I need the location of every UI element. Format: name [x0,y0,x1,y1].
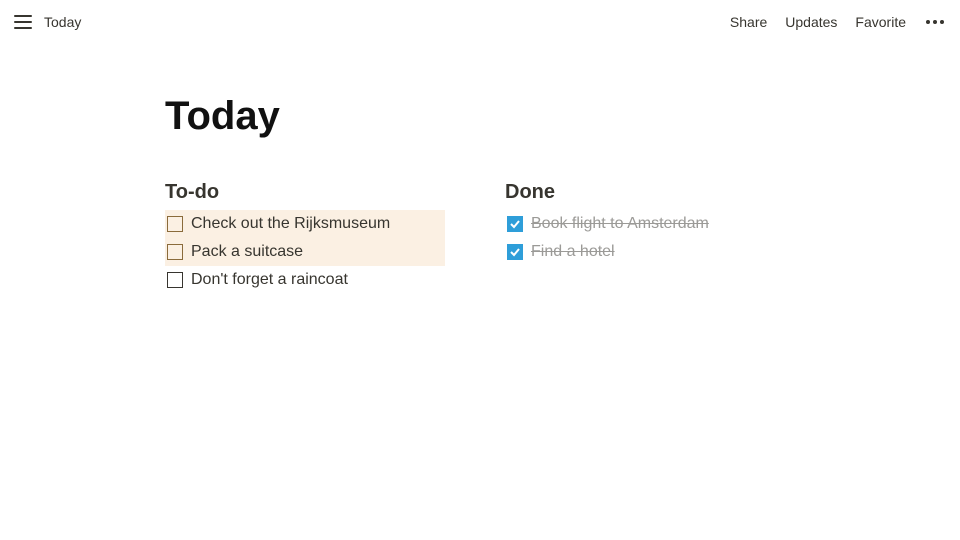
done-column: Done Book flight to Amsterdam Find a hot… [505,181,785,294]
content: Today To-do Check out the Rijksmuseum Pa… [0,44,960,294]
todo-column: To-do Check out the Rijksmuseum Pack a s… [165,181,445,294]
todo-label[interactable]: Book flight to Amsterdam [531,215,709,233]
todo-item[interactable]: Check out the Rijksmuseum [165,210,445,238]
todo-label[interactable]: Pack a suitcase [191,243,303,261]
page-title[interactable]: Today [165,94,960,139]
topbar-right: Share Updates Favorite [730,14,946,30]
done-heading[interactable]: Done [505,181,785,204]
todo-heading[interactable]: To-do [165,181,445,204]
checkbox-icon[interactable] [167,216,183,232]
todo-label[interactable]: Check out the Rijksmuseum [191,215,390,233]
topbar: Today Share Updates Favorite [0,0,960,44]
todo-item[interactable]: Book flight to Amsterdam [505,210,785,238]
todo-item[interactable]: Find a hotel [505,238,785,266]
favorite-button[interactable]: Favorite [855,14,906,30]
checkbox-checked-icon[interactable] [507,216,523,232]
columns: To-do Check out the Rijksmuseum Pack a s… [165,181,960,294]
checkbox-icon[interactable] [167,244,183,260]
updates-button[interactable]: Updates [785,14,837,30]
checkbox-icon[interactable] [167,272,183,288]
breadcrumb[interactable]: Today [44,14,81,30]
menu-icon[interactable] [14,15,32,29]
topbar-left: Today [14,14,81,30]
more-icon[interactable] [924,18,946,26]
todo-item[interactable]: Don't forget a raincoat [165,266,445,294]
todo-label[interactable]: Find a hotel [531,243,615,261]
checkbox-checked-icon[interactable] [507,244,523,260]
share-button[interactable]: Share [730,14,767,30]
todo-label[interactable]: Don't forget a raincoat [191,271,348,289]
todo-item[interactable]: Pack a suitcase [165,238,445,266]
